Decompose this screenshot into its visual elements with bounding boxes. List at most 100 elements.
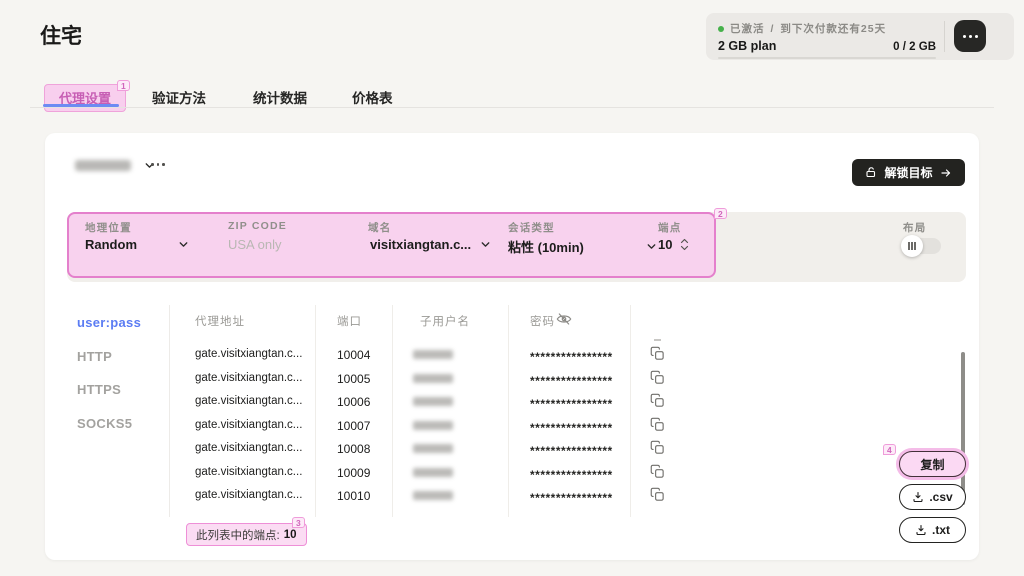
plan-status-card: 已激活 / 到下次付款还有25天 2 GB plan 0 / 2 GB: [706, 13, 1014, 60]
more-options-button[interactable]: [151, 163, 165, 166]
proxy-port: 10006: [337, 395, 370, 409]
geo-location-label: 地理位置: [85, 220, 132, 235]
domain-label: 域名: [368, 220, 391, 235]
proxy-port: 10005: [337, 372, 370, 386]
proxy-address: gate.visitxiangtan.c...: [195, 466, 302, 478]
chevron-down-icon: [479, 238, 492, 251]
plan-status-info: 已激活 / 到下次付款还有25天 2 GB plan 0 / 2 GB: [706, 13, 944, 60]
chevron-down-icon: [143, 159, 156, 172]
plan-name: 2 GB plan: [718, 39, 776, 53]
download-csv-button[interactable]: .csv: [899, 484, 966, 510]
masked-username: [413, 421, 453, 430]
masked-password: ****************: [530, 397, 613, 411]
copy-all-button[interactable]: 复制: [899, 451, 966, 477]
masked-password: ****************: [530, 491, 613, 505]
proxy-address: gate.visitxiangtan.c...: [195, 348, 302, 360]
tab-statistics[interactable]: 统计数据: [253, 87, 307, 107]
layout-toggle[interactable]: [903, 238, 941, 254]
copy-row-button[interactable]: [650, 346, 665, 361]
proxy-row: gate.visitxiangtan.c... 10009 **********…: [45, 462, 965, 486]
step-badge-3: 3: [292, 517, 305, 528]
eye-off-icon: [555, 311, 573, 327]
tab-auth-methods[interactable]: 验证方法: [152, 87, 206, 107]
plan-state-label: 已激活: [730, 21, 765, 36]
geo-location-select[interactable]: Random: [85, 237, 190, 252]
domain-select[interactable]: visitxiangtan.c...: [370, 237, 492, 252]
zip-code-label: ZIP CODE: [228, 220, 287, 232]
copy-row-button[interactable]: [650, 440, 665, 455]
step-badge-2: 2: [714, 208, 727, 219]
masked-password: ****************: [530, 421, 613, 435]
usage-progress-bar: [718, 57, 936, 59]
col-header-address: 代理地址: [195, 313, 245, 329]
plan-renewal-label: 到下次付款还有25天: [780, 21, 886, 36]
layout-label: 布局: [903, 220, 926, 235]
download-txt-button[interactable]: .txt: [899, 517, 966, 543]
step-badge-1: 1: [117, 80, 130, 91]
arrow-right-icon: [940, 167, 952, 179]
table-scrollbar[interactable]: [961, 352, 965, 505]
proxy-list: gate.visitxiangtan.c... 10004 **********…: [45, 344, 965, 509]
residential-proxies-page: 住宅 已激活 / 到下次付款还有25天 2 GB plan 0 / 2 GB 代…: [0, 0, 1024, 576]
subuser-select[interactable]: [75, 159, 156, 172]
chevron-down-icon: [177, 238, 190, 251]
endpoints-label: 端点: [658, 220, 681, 235]
protocol-tab-userpass[interactable]: user:pass: [77, 315, 141, 330]
masked-subuser-name: [75, 160, 131, 171]
toggle-password-visibility-button[interactable]: [555, 311, 573, 327]
plan-options-button[interactable]: [954, 20, 986, 52]
proxy-port: 10004: [337, 348, 370, 362]
masked-username: [413, 444, 453, 453]
proxy-row: gate.visitxiangtan.c... 10005 **********…: [45, 368, 965, 392]
col-header-password: 密码: [530, 313, 555, 329]
proxy-row: gate.visitxiangtan.c... 10008 **********…: [45, 438, 965, 462]
plan-status-separator: /: [771, 23, 775, 35]
endpoints-count-value: 10: [284, 529, 297, 541]
endpoints-stepper[interactable]: 10: [658, 237, 689, 252]
copy-row-button[interactable]: [650, 487, 665, 502]
masked-username: [413, 350, 453, 359]
session-type-select[interactable]: 粘性 (10min): [508, 237, 658, 256]
masked-username: [413, 468, 453, 477]
stepper-arrows-icon[interactable]: [680, 238, 689, 251]
proxy-settings-card: 解锁目标 2 地理位置 Random ZIP CODE USA only 域名 …: [45, 133, 979, 560]
plan-status-row: 已激活 / 到下次付款还有25天: [718, 21, 944, 36]
proxy-row: gate.visitxiangtan.c... 10004 **********…: [45, 344, 965, 368]
masked-username: [413, 374, 453, 383]
proxy-row: gate.visitxiangtan.c... 10010 **********…: [45, 485, 965, 509]
masked-password: ****************: [530, 444, 613, 458]
masked-username: [413, 397, 453, 406]
scrolled-row-remnant: [654, 339, 661, 341]
ellipsis-icon: [151, 163, 154, 166]
copy-row-button[interactable]: [650, 370, 665, 385]
download-icon: [912, 491, 924, 503]
proxy-port: 10008: [337, 442, 370, 456]
download-icon: [915, 524, 927, 536]
tab-pricing[interactable]: 价格表: [352, 87, 393, 107]
proxy-address: gate.visitxiangtan.c...: [195, 395, 302, 407]
proxy-address: gate.visitxiangtan.c...: [195, 489, 302, 501]
col-header-username: 子用户名: [420, 313, 470, 329]
copy-row-button[interactable]: [650, 464, 665, 479]
session-type-label: 会话类型: [508, 220, 555, 235]
copy-row-button[interactable]: [650, 417, 665, 432]
masked-username: [413, 491, 453, 500]
proxy-address: gate.visitxiangtan.c...: [195, 442, 302, 454]
proxy-port: 10009: [337, 466, 370, 480]
zip-code-input[interactable]: USA only: [228, 237, 281, 252]
proxy-address: gate.visitxiangtan.c...: [195, 372, 302, 384]
tabs-divider-line: [30, 107, 994, 108]
proxy-row: gate.visitxiangtan.c... 10007 **********…: [45, 415, 965, 439]
unlock-icon: [865, 166, 877, 179]
plan-usage-row: 2 GB plan 0 / 2 GB: [718, 39, 936, 53]
proxy-address: gate.visitxiangtan.c...: [195, 419, 302, 431]
ellipsis-icon: [963, 35, 966, 38]
copy-row-button[interactable]: [650, 393, 665, 408]
status-card-divider: [944, 21, 945, 52]
masked-password: ****************: [530, 468, 613, 482]
unlock-targets-button[interactable]: 解锁目标: [852, 159, 965, 186]
proxy-row: gate.visitxiangtan.c... 10006 **********…: [45, 391, 965, 415]
masked-password: ****************: [530, 350, 613, 364]
proxy-port: 10010: [337, 489, 370, 503]
masked-password: ****************: [530, 374, 613, 388]
